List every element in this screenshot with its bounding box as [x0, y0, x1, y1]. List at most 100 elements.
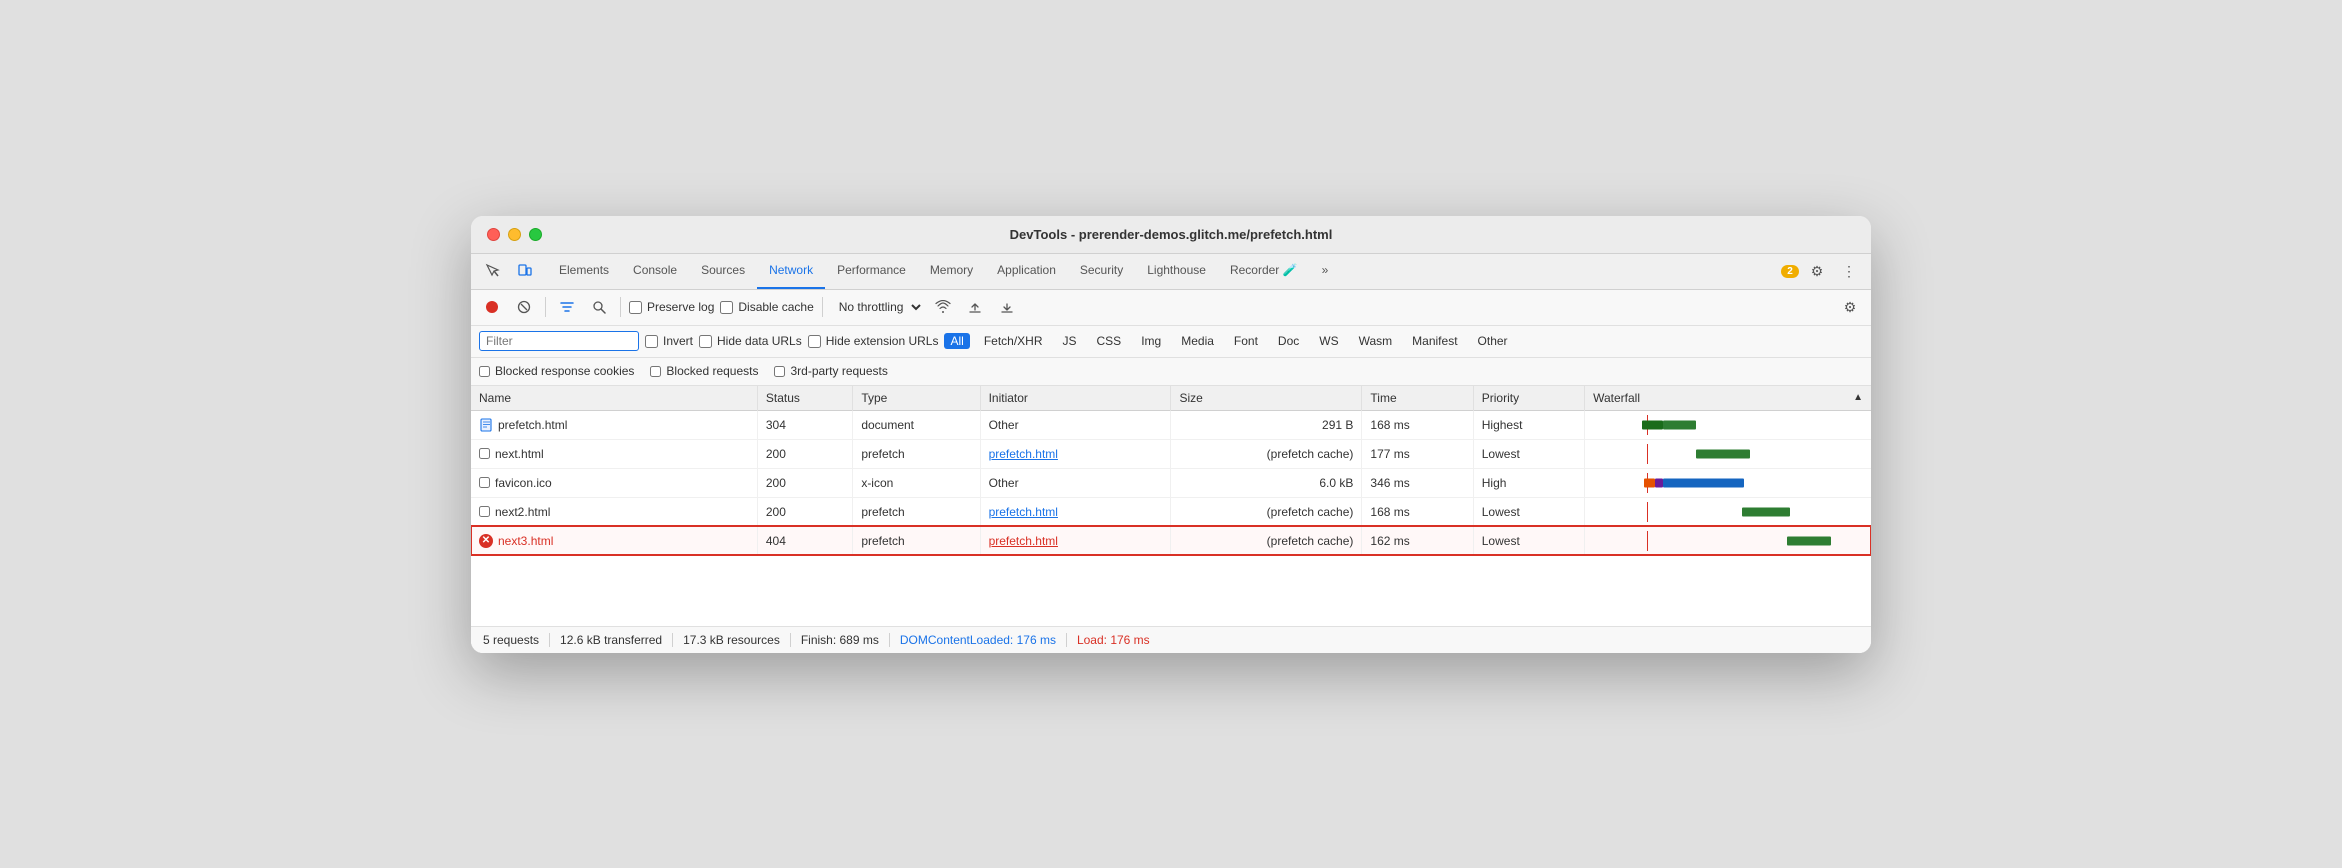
tab-network[interactable]: Network	[757, 254, 825, 289]
table-row[interactable]: favicon.ico200x-iconOther6.0 kB346 msHig…	[471, 468, 1871, 497]
col-name[interactable]: Name	[471, 386, 757, 411]
col-waterfall[interactable]: Waterfall ▲	[1585, 386, 1871, 411]
tab-more[interactable]: »	[1310, 254, 1341, 289]
blocked-requests-checkbox[interactable]	[650, 366, 661, 377]
hide-data-urls-checkbox[interactable]	[699, 335, 712, 348]
col-size[interactable]: Size	[1171, 386, 1362, 411]
col-status[interactable]: Status	[757, 386, 852, 411]
cell-name: ✕next3.html	[471, 526, 757, 555]
tab-lighthouse[interactable]: Lighthouse	[1135, 254, 1218, 289]
network-settings-icon[interactable]: ⚙	[1837, 294, 1863, 320]
table-row[interactable]: ✕next3.html404prefetchprefetch.html(pref…	[471, 526, 1871, 555]
disable-cache-checkbox[interactable]	[720, 301, 733, 314]
tab-application[interactable]: Application	[985, 254, 1068, 289]
blocked-requests-label[interactable]: Blocked requests	[650, 364, 758, 378]
filter-all[interactable]: All	[944, 333, 969, 349]
filter-ws[interactable]: WS	[1313, 333, 1344, 349]
status-bar: 5 requests 12.6 kB transferred 17.3 kB r…	[471, 626, 1871, 653]
cell-time: 168 ms	[1362, 497, 1473, 526]
row-select-checkbox[interactable]	[479, 506, 490, 517]
cell-status: 200	[757, 468, 852, 497]
row-select-checkbox[interactable]	[479, 477, 490, 488]
more-options-icon[interactable]: ⋮	[1835, 257, 1863, 285]
wifi-icon[interactable]	[930, 294, 956, 320]
table-row[interactable]: next.html200prefetchprefetch.html(prefet…	[471, 439, 1871, 468]
tab-elements[interactable]: Elements	[547, 254, 621, 289]
clear-button[interactable]	[511, 294, 537, 320]
cell-waterfall	[1585, 468, 1871, 497]
initiator-link[interactable]: prefetch.html	[989, 447, 1058, 461]
third-party-label[interactable]: 3rd-party requests	[774, 364, 887, 378]
disable-cache-label[interactable]: Disable cache	[720, 300, 813, 314]
record-stop-button[interactable]	[479, 294, 505, 320]
device-icon[interactable]	[511, 257, 539, 285]
filter-fetch-xhr[interactable]: Fetch/XHR	[978, 333, 1049, 349]
inspect-icon[interactable]	[479, 257, 507, 285]
row-select-checkbox[interactable]	[479, 448, 490, 459]
col-priority[interactable]: Priority	[1473, 386, 1584, 411]
network-table-container[interactable]: Name Status Type Initiator Size Time Pri…	[471, 386, 1871, 626]
window-controls	[487, 228, 542, 241]
filename: next.html	[495, 447, 544, 461]
tab-performance[interactable]: Performance	[825, 254, 918, 289]
preserve-log-checkbox[interactable]	[629, 301, 642, 314]
invert-label[interactable]: Invert	[645, 334, 693, 348]
filter-css[interactable]: CSS	[1091, 333, 1128, 349]
settings-icon[interactable]: ⚙	[1803, 257, 1831, 285]
preserve-log-label[interactable]: Preserve log	[629, 300, 714, 314]
cell-size: (prefetch cache)	[1171, 497, 1362, 526]
col-time[interactable]: Time	[1362, 386, 1473, 411]
doc-icon	[479, 418, 493, 432]
blocked-cookies-label[interactable]: Blocked response cookies	[479, 364, 634, 378]
cell-initiator[interactable]: prefetch.html	[980, 526, 1171, 555]
download-icon[interactable]	[994, 294, 1020, 320]
hide-ext-urls-checkbox[interactable]	[808, 335, 821, 348]
filter-img[interactable]: Img	[1135, 333, 1167, 349]
tab-console[interactable]: Console	[621, 254, 689, 289]
cell-initiator: Other	[980, 468, 1171, 497]
invert-checkbox[interactable]	[645, 335, 658, 348]
initiator-link[interactable]: prefetch.html	[989, 534, 1058, 548]
close-button[interactable]	[487, 228, 500, 241]
tab-bar: Elements Console Sources Network Perform…	[471, 254, 1871, 290]
filter-input[interactable]	[486, 334, 616, 348]
table-row[interactable]: next2.html200prefetchprefetch.html(prefe…	[471, 497, 1871, 526]
filter-type-buttons: All Fetch/XHR JS CSS Img Media Font Doc …	[944, 333, 1863, 349]
minimize-button[interactable]	[508, 228, 521, 241]
table-row[interactable]: prefetch.html304documentOther291 B168 ms…	[471, 410, 1871, 439]
col-type[interactable]: Type	[853, 386, 980, 411]
tab-recorder[interactable]: Recorder 🧪	[1218, 254, 1310, 289]
search-button[interactable]	[586, 294, 612, 320]
cell-initiator[interactable]: prefetch.html	[980, 439, 1171, 468]
filter-input-wrap[interactable]	[479, 331, 639, 351]
filter-font[interactable]: Font	[1228, 333, 1264, 349]
filter-manifest[interactable]: Manifest	[1406, 333, 1463, 349]
tab-memory[interactable]: Memory	[918, 254, 985, 289]
filter-js[interactable]: JS	[1057, 333, 1083, 349]
cell-size: (prefetch cache)	[1171, 439, 1362, 468]
cell-priority: High	[1473, 468, 1584, 497]
filter-media[interactable]: Media	[1175, 333, 1220, 349]
filename: prefetch.html	[498, 418, 567, 432]
filter-other[interactable]: Other	[1472, 333, 1514, 349]
blocked-cookies-checkbox[interactable]	[479, 366, 490, 377]
tab-security[interactable]: Security	[1068, 254, 1135, 289]
throttle-select[interactable]: No throttling	[831, 297, 924, 317]
cell-initiator[interactable]: prefetch.html	[980, 497, 1171, 526]
waterfall-redline	[1647, 531, 1648, 551]
tab-sources[interactable]: Sources	[689, 254, 757, 289]
filter-wasm[interactable]: Wasm	[1353, 333, 1399, 349]
third-party-checkbox[interactable]	[774, 366, 785, 377]
cell-size: 6.0 kB	[1171, 468, 1362, 497]
cell-time: 346 ms	[1362, 468, 1473, 497]
filter-doc[interactable]: Doc	[1272, 333, 1305, 349]
col-initiator[interactable]: Initiator	[980, 386, 1171, 411]
cell-type: prefetch	[853, 526, 980, 555]
maximize-button[interactable]	[529, 228, 542, 241]
hide-data-urls-label[interactable]: Hide data URLs	[699, 334, 802, 348]
filter-toggle-button[interactable]	[554, 294, 580, 320]
tab-bar-icons	[479, 257, 539, 285]
upload-icon[interactable]	[962, 294, 988, 320]
initiator-link[interactable]: prefetch.html	[989, 505, 1058, 519]
hide-ext-urls-label[interactable]: Hide extension URLs	[808, 334, 939, 348]
